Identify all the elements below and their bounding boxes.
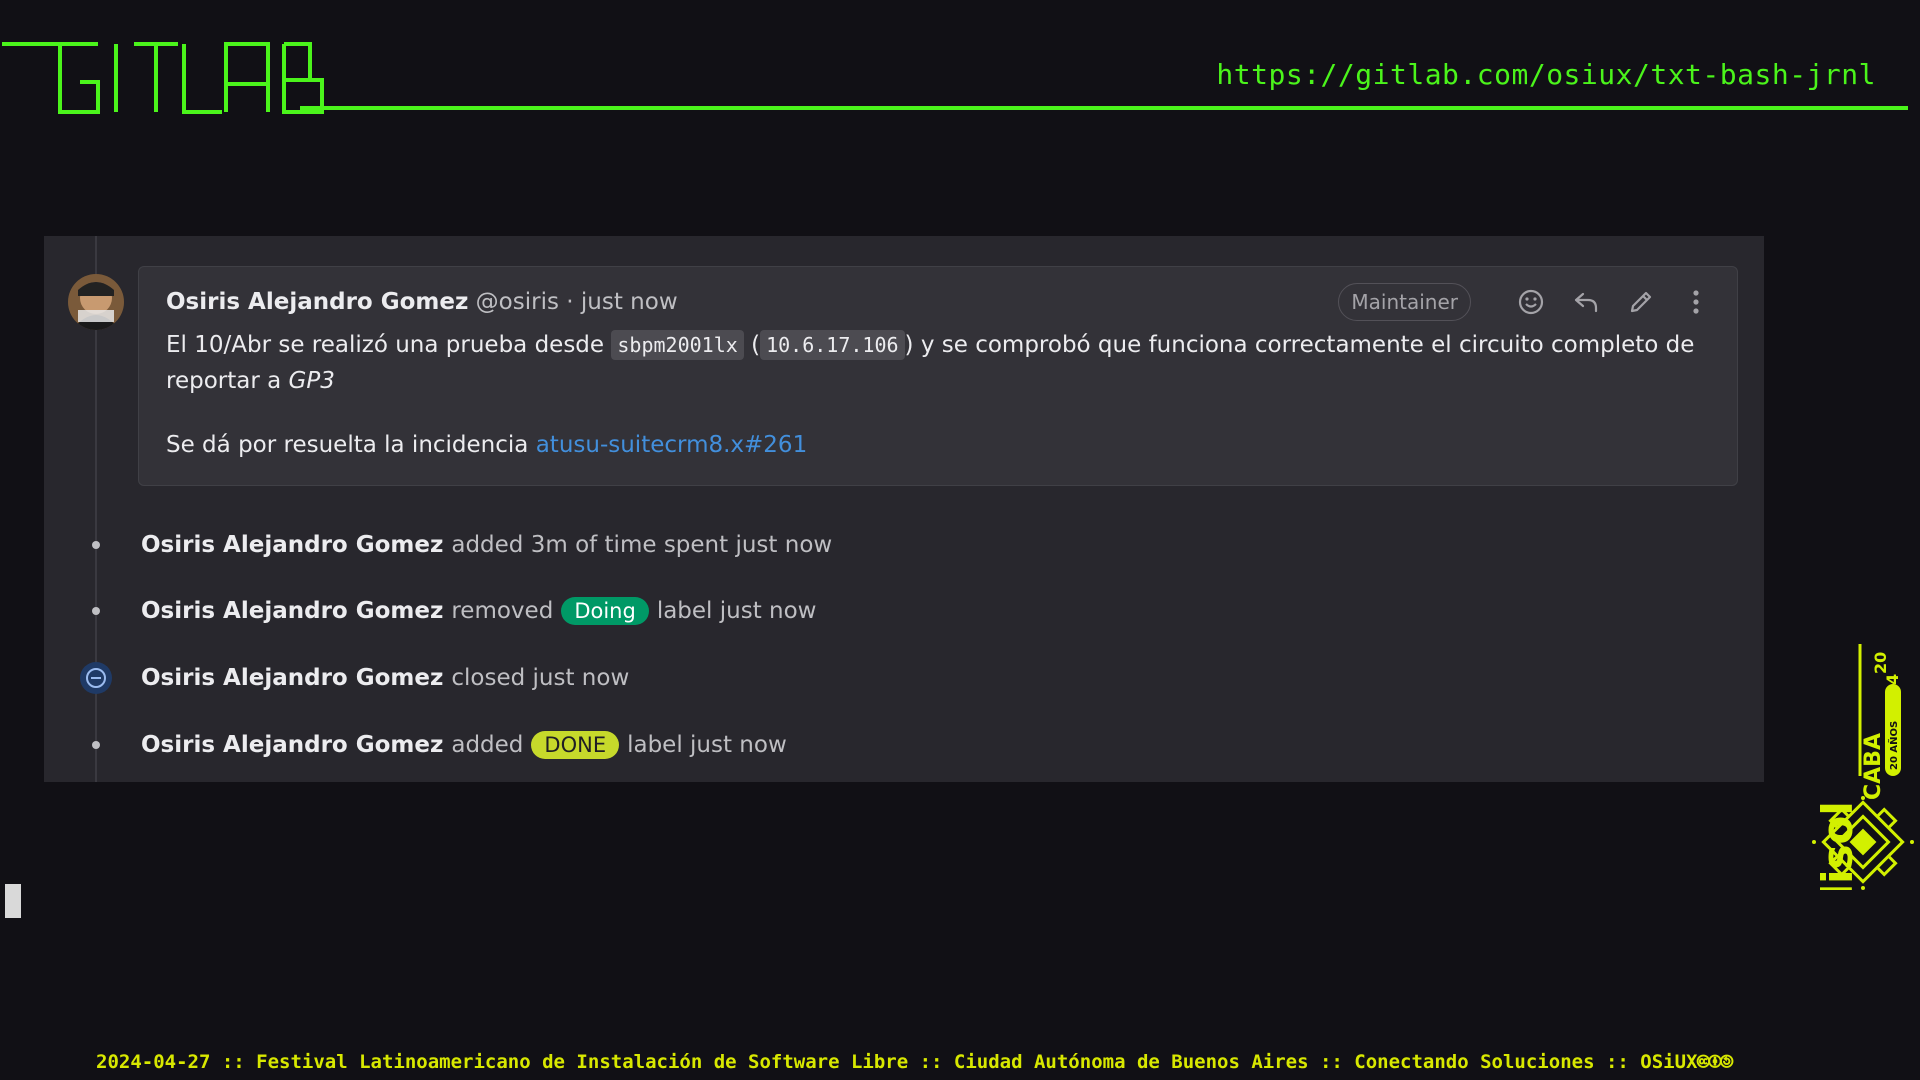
system-note-label-removed: Osiris Alejandro Gomez removed Doing lab… [141, 594, 817, 628]
event-text: removed [451, 598, 554, 624]
comment-time[interactable]: just now [581, 289, 678, 315]
header-divider [300, 106, 1908, 110]
flisol-anniversary: 20 AÑOS [1887, 721, 1900, 770]
label-done[interactable]: DONE [531, 731, 620, 759]
timeline-dot [92, 607, 100, 615]
label-doing[interactable]: Doing [561, 597, 649, 625]
smile-icon[interactable] [1514, 285, 1548, 319]
role-badge: Maintainer [1338, 283, 1471, 321]
system-note-time-spent: Osiris Alejandro Gomez added 3m of time … [141, 528, 832, 562]
comment-emphasis: GP3 [288, 368, 335, 394]
event-text: label just now [656, 598, 817, 624]
event-text: closed just now [451, 665, 630, 691]
event-author[interactable]: Osiris Alejandro Gomez [141, 532, 443, 558]
issue-reference-link[interactable]: atusu-suitecrm8.x#261 [536, 432, 808, 458]
event-author[interactable]: Osiris Alejandro Gomez [141, 665, 443, 691]
terminal-cursor [5, 884, 21, 918]
comment-text: El 10/Abr se realizó una prueba desde [166, 332, 605, 358]
comment-card: Osiris Alejandro Gomez @osiris · just no… [138, 266, 1738, 486]
flisol-knot-ornament [1812, 796, 1914, 890]
comment-author-handle[interactable]: @osiris [476, 289, 559, 315]
event-text: label just now [627, 732, 787, 758]
flisol-city: CABA [1861, 733, 1886, 800]
avatar-image [68, 274, 124, 330]
comment-header: Osiris Alejandro Gomez @osiris · just no… [166, 289, 678, 315]
pencil-icon[interactable] [1624, 285, 1658, 319]
comment-text: Se dá por resuelta la incidencia [166, 432, 529, 458]
comment-body: El 10/Abr se realizó una prueba desde sb… [166, 327, 1716, 463]
comment-separator: · [566, 289, 574, 315]
event-text: added [451, 732, 524, 758]
comment-paragraph-2: Se dá por resuelta la incidencia atusu-s… [166, 427, 1716, 463]
event-text: added 3m of time spent just now [451, 532, 833, 558]
avatar[interactable] [68, 274, 124, 330]
license-icons: 🅭🅯🄎 [1697, 1051, 1733, 1073]
code-ip-address: 10.6.17.106 [760, 330, 905, 360]
system-note-label-added: Osiris Alejandro Gomez added DONE label … [141, 728, 787, 762]
reply-icon[interactable] [1569, 285, 1603, 319]
footer-banner: 2024-04-27 :: Festival Latinoamericano d… [96, 1050, 1733, 1080]
repo-url[interactable]: https://gitlab.com/osiux/txt-bash-jrnl [1216, 58, 1876, 91]
comment-author-name[interactable]: Osiris Alejandro Gomez [166, 289, 468, 315]
timeline-dot [92, 541, 100, 549]
event-author[interactable]: Osiris Alejandro Gomez [141, 598, 443, 624]
event-author[interactable]: Osiris Alejandro Gomez [141, 732, 443, 758]
comment-text: ( [751, 332, 761, 358]
flisol-year-top: 20 [1871, 652, 1890, 674]
more-vertical-icon[interactable] [1679, 285, 1713, 319]
gitlab-ascii-logo [2, 42, 324, 114]
issue-closed-icon [80, 662, 112, 694]
comment-actions: Maintainer [1338, 283, 1713, 321]
timeline-dot [92, 741, 100, 749]
code-hostname: sbpm2001lx [611, 330, 744, 360]
footer-text: 2024-04-27 :: Festival Latinoamericano d… [96, 1051, 1698, 1073]
comment-paragraph-1: El 10/Abr se realizó una prueba desde sb… [166, 327, 1716, 399]
system-note-closed: Osiris Alejandro Gomez closed just now [141, 661, 629, 695]
